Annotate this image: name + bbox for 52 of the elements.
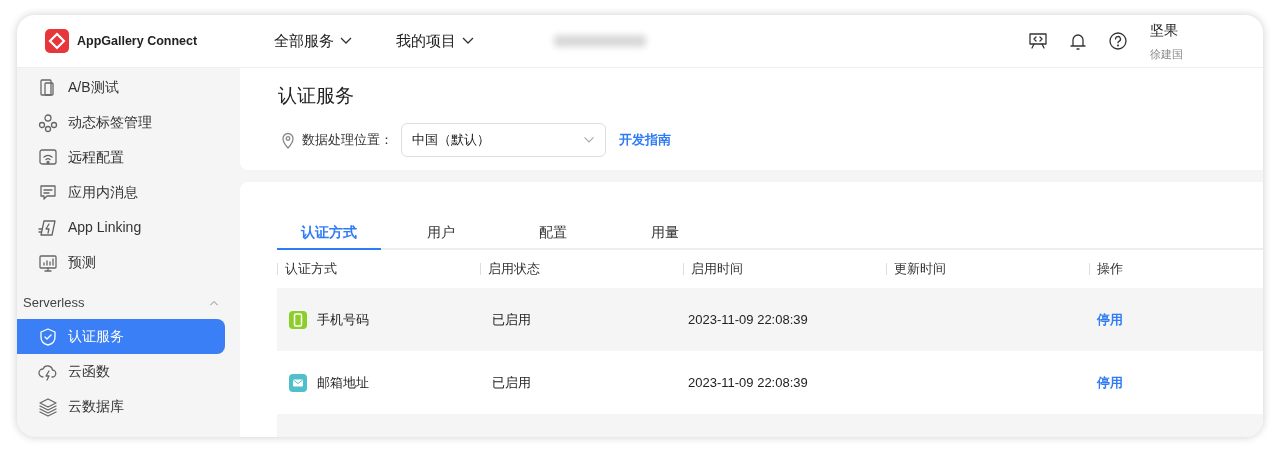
nav-menu[interactable]: 全部服务 bbox=[274, 29, 352, 53]
column-header: 认证方式 bbox=[285, 260, 337, 279]
disable-link[interactable]: 停用 bbox=[1097, 374, 1123, 390]
table-cell: 已启用 bbox=[492, 374, 531, 390]
nav-menu[interactable]: 我的项目 bbox=[396, 29, 474, 53]
table-cell: 已启用 bbox=[492, 311, 531, 327]
user-subtitle: 徐建国 bbox=[1150, 46, 1183, 62]
column-header: 操作 bbox=[1097, 260, 1123, 279]
logo-icon bbox=[45, 29, 69, 53]
notification-icon[interactable] bbox=[1068, 31, 1088, 51]
sidebar-item[interactable]: 云数据库 bbox=[17, 389, 225, 424]
guide-link[interactable]: 开发指南 bbox=[619, 129, 671, 150]
table-cell: 2023-11-09 22:08:39 bbox=[688, 311, 808, 327]
tab[interactable]: 配置 bbox=[501, 216, 605, 250]
column-header: 启用状态 bbox=[488, 260, 540, 279]
phone-icon bbox=[289, 310, 307, 329]
tab[interactable]: 用量 bbox=[613, 216, 717, 250]
column-header: 启用时间 bbox=[691, 260, 743, 279]
shield-icon bbox=[38, 326, 58, 347]
column-header: 更新时间 bbox=[894, 260, 946, 279]
location-pin-icon bbox=[280, 130, 296, 149]
sidebar-item[interactable]: A/B测试 bbox=[17, 70, 225, 105]
sidebar-item[interactable]: 远程配置 bbox=[17, 140, 225, 175]
sidebar-item[interactable]: 动态标签管理 bbox=[17, 105, 225, 140]
chevron-down-icon bbox=[583, 135, 595, 144]
sidebar-item[interactable]: 应用内消息 bbox=[17, 175, 225, 210]
wifi-icon bbox=[38, 147, 58, 168]
tab[interactable]: 用户 bbox=[389, 216, 493, 250]
user-name[interactable]: 坚果 bbox=[1150, 19, 1183, 41]
sidebar-item[interactable]: 预测 bbox=[17, 245, 225, 280]
sidebar-item[interactable]: 云函数 bbox=[17, 354, 225, 389]
sidebar-item[interactable]: 认证服务 bbox=[17, 319, 225, 354]
presentation-icon[interactable] bbox=[1028, 31, 1048, 51]
disable-link[interactable]: 停用 bbox=[1097, 311, 1123, 327]
chevron-down-icon bbox=[340, 37, 352, 45]
app-name: AppGallery Connect bbox=[77, 32, 198, 50]
mail-icon bbox=[289, 373, 307, 392]
database-icon bbox=[38, 396, 58, 417]
section-header[interactable]: Serverless bbox=[17, 286, 240, 319]
sidebar-item[interactable]: App Linking bbox=[17, 210, 225, 245]
tab[interactable]: 认证方式 bbox=[277, 216, 381, 250]
link-icon bbox=[38, 217, 58, 238]
page-title: 认证服务 bbox=[278, 84, 354, 108]
location-select[interactable]: 中国（默认） bbox=[401, 122, 606, 157]
table-cell-text: 邮箱地址 bbox=[317, 373, 369, 392]
location-label: 数据处理位置： bbox=[302, 130, 393, 149]
chart-icon bbox=[38, 252, 58, 273]
nodes-icon bbox=[38, 112, 58, 133]
chevron-down-icon bbox=[462, 37, 474, 45]
help-icon[interactable] bbox=[1108, 31, 1128, 51]
table-cell: 2023-11-09 22:08:39 bbox=[688, 374, 808, 390]
table-cell-text: 手机号码 bbox=[317, 310, 369, 329]
